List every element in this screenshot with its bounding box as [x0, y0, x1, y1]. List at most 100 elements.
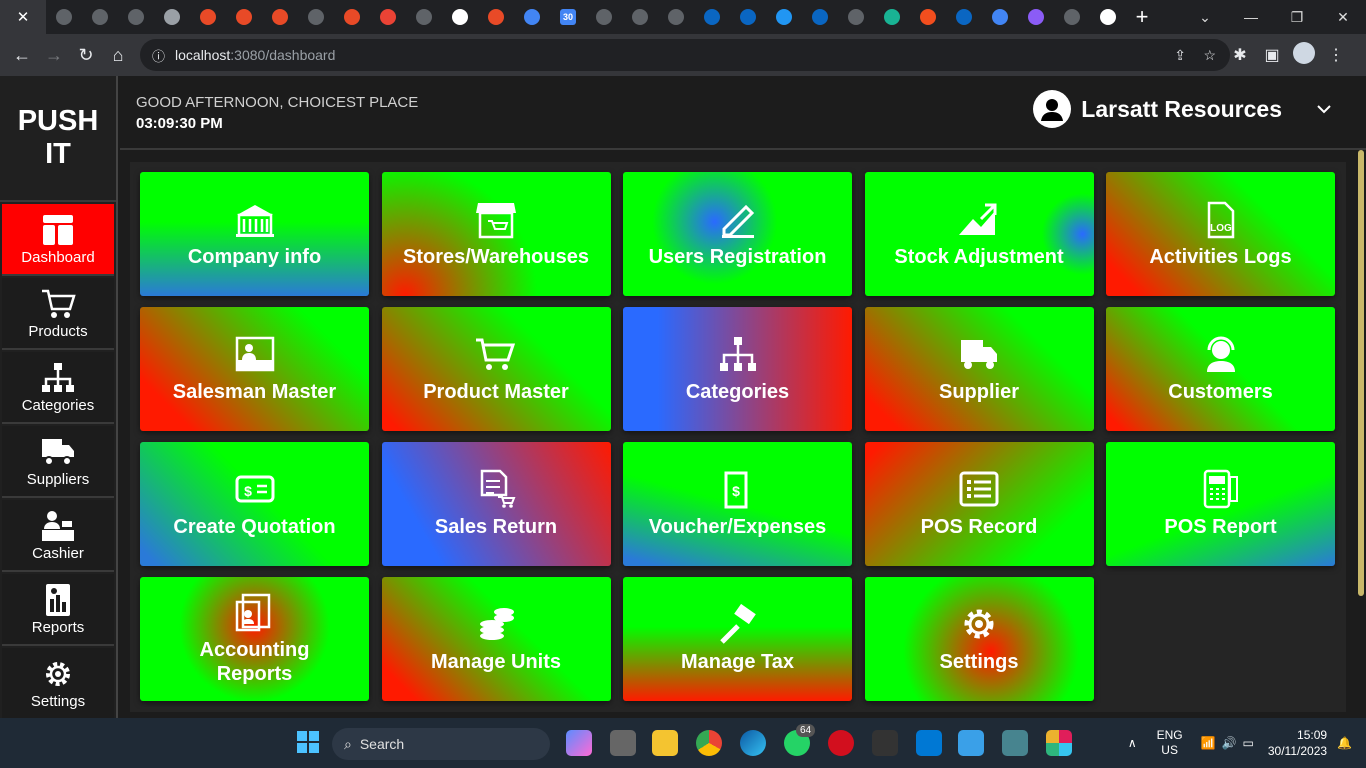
tile-manage-tax[interactable]: Manage Tax	[623, 577, 852, 701]
tray-overflow-icon[interactable]: ∧	[1128, 736, 1137, 750]
new-tab-icon[interactable]: +	[1126, 4, 1158, 30]
browser-tab[interactable]	[910, 0, 946, 34]
browser-tab[interactable]	[46, 0, 82, 34]
terminal-icon[interactable]	[872, 730, 898, 756]
side-panel-icon[interactable]: ▣	[1256, 45, 1288, 65]
browser-tab[interactable]: 30	[550, 0, 586, 34]
opera-icon[interactable]	[828, 730, 854, 756]
chevron-down-icon[interactable]	[1302, 94, 1346, 124]
browser-tab[interactable]	[442, 0, 478, 34]
home-icon[interactable]: ⌂	[102, 45, 134, 66]
tile-stock-adjustment[interactable]: Stock Adjustment	[864, 172, 1094, 296]
sidebar-item-settings[interactable]: Settings	[2, 648, 114, 720]
tab-search-icon[interactable]: ⌄	[1182, 9, 1228, 26]
tile-pos-report[interactable]: POS Report	[1106, 442, 1335, 566]
tile-salesman-master[interactable]: Salesman Master	[140, 307, 369, 431]
task-view-icon[interactable]	[610, 730, 636, 756]
slack-icon[interactable]	[1046, 730, 1072, 756]
browser-tab[interactable]	[370, 0, 406, 34]
browser-tab[interactable]	[118, 0, 154, 34]
windows-start-icon[interactable]	[296, 730, 322, 756]
vscode-icon[interactable]	[916, 730, 942, 756]
clock[interactable]: 15:09 30/11/2023	[1268, 727, 1327, 759]
tile-stores-warehouses[interactable]: Stores/Warehouses	[381, 172, 611, 296]
tab-close-icon[interactable]: ✕	[0, 0, 46, 34]
browser-tab[interactable]	[766, 0, 802, 34]
browser-tab[interactable]	[298, 0, 334, 34]
tile-users-registration[interactable]: Users Registration	[623, 172, 852, 296]
site-info-icon[interactable]: ⓘ	[152, 46, 165, 65]
browser-tab[interactable]	[874, 0, 910, 34]
copilot-icon[interactable]	[566, 730, 592, 756]
forward-icon[interactable]: →	[38, 45, 70, 66]
tile-voucher-expenses[interactable]: $ Voucher/Expenses	[623, 442, 852, 566]
tile-supplier[interactable]: Supplier	[864, 307, 1094, 431]
browser-tab[interactable]	[478, 0, 514, 34]
browser-tab[interactable]	[730, 0, 766, 34]
browser-tab[interactable]	[982, 0, 1018, 34]
reload-icon[interactable]: ↻	[70, 45, 102, 66]
tile-create-quotation[interactable]: $ Create Quotation	[140, 442, 369, 566]
taskbar-search[interactable]: ⌕ Search	[332, 728, 550, 760]
menu-icon[interactable]: ⋮	[1320, 45, 1352, 65]
user-menu[interactable]: Larsatt Resources	[1033, 90, 1346, 128]
tile-activities-logs[interactable]: LOG Activities Logs	[1106, 172, 1335, 296]
browser-tab[interactable]	[802, 0, 838, 34]
browser-tab[interactable]	[154, 0, 190, 34]
sidebar-item-products[interactable]: Products	[2, 278, 114, 350]
browser-tab[interactable]	[1018, 0, 1054, 34]
address-bar[interactable]: ⓘ localhost:3080/dashboard ⇪ ☆	[140, 39, 1230, 71]
wifi-icon[interactable]: 📶	[1201, 736, 1216, 750]
chrome-icon[interactable]	[696, 730, 722, 756]
tile-settings[interactable]: Settings	[864, 577, 1094, 701]
browser-tab[interactable]	[838, 0, 874, 34]
tile-product-master[interactable]: Product Master	[381, 307, 611, 431]
browser-tab[interactable]	[658, 0, 694, 34]
sidebar-item-suppliers[interactable]: Suppliers	[2, 426, 114, 498]
notification-bell-icon[interactable]: 🔔	[1337, 736, 1352, 750]
tile-pos-record[interactable]: POS Record	[864, 442, 1094, 566]
sidebar-item-cashier[interactable]: Cashier	[2, 500, 114, 572]
browser-tab[interactable]	[1054, 0, 1090, 34]
profile-avatar[interactable]	[1288, 41, 1320, 69]
browser-tab[interactable]	[82, 0, 118, 34]
notepad-icon[interactable]	[958, 730, 984, 756]
tile-company-info[interactable]: Company info	[140, 172, 369, 296]
browser-tab[interactable]	[262, 0, 298, 34]
browser-tab[interactable]	[946, 0, 982, 34]
scrollbar-thumb[interactable]	[1358, 150, 1364, 596]
browser-tab[interactable]	[406, 0, 442, 34]
browser-tab[interactable]	[1090, 0, 1126, 34]
tile-manage-units[interactable]: Manage Units	[381, 577, 611, 701]
browser-tab[interactable]	[334, 0, 370, 34]
sidebar-item-categories[interactable]: Categories	[2, 352, 114, 424]
bookmark-star-icon[interactable]: ☆	[1203, 47, 1216, 64]
browser-tab[interactable]	[694, 0, 730, 34]
close-window-icon[interactable]: ✕	[1320, 9, 1366, 26]
battery-icon[interactable]: ▭	[1243, 736, 1254, 750]
sidebar-item-label: Suppliers	[26, 470, 90, 488]
whatsapp-icon[interactable]: 64	[784, 724, 816, 756]
tile-sales-return[interactable]: Sales Return	[381, 442, 611, 566]
browser-tab[interactable]	[622, 0, 658, 34]
tile-customers[interactable]: Customers	[1106, 307, 1335, 431]
sidebar-item-reports[interactable]: Reports	[2, 574, 114, 646]
browser-tab[interactable]	[190, 0, 226, 34]
browser-tab[interactable]	[226, 0, 262, 34]
volume-icon[interactable]: 🔊	[1222, 736, 1237, 750]
share-icon[interactable]: ⇪	[1174, 47, 1186, 64]
tile-label: Customers	[1168, 381, 1273, 403]
tile-categories[interactable]: Categories	[623, 307, 852, 431]
tile-accounting-reports[interactable]: Accounting Reports	[140, 577, 369, 701]
browser-tab[interactable]	[514, 0, 550, 34]
edge-icon[interactable]	[740, 730, 766, 756]
restore-icon[interactable]: ❐	[1274, 9, 1320, 26]
extensions-icon[interactable]: ✱	[1224, 45, 1256, 65]
minimize-icon[interactable]: —	[1228, 9, 1274, 25]
electron-icon[interactable]	[1002, 730, 1028, 756]
browser-tab[interactable]	[586, 0, 622, 34]
back-icon[interactable]: ←	[6, 45, 38, 66]
sidebar-item-dashboard[interactable]: Dashboard	[2, 204, 114, 276]
language-indicator[interactable]: ENG US	[1157, 728, 1183, 758]
file-explorer-icon[interactable]	[652, 730, 678, 756]
